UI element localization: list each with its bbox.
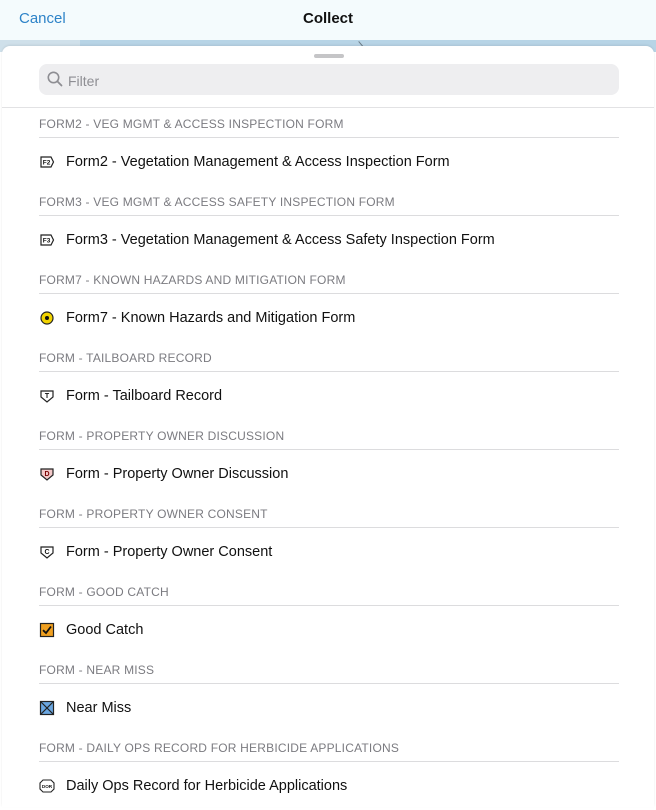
- yellow-target-icon: [40, 311, 54, 325]
- list-item-label: Near Miss: [66, 700, 132, 716]
- f3-badge-icon: F3: [40, 234, 55, 246]
- list-item-good-catch[interactable]: Good Catch: [2, 606, 654, 654]
- list-item-near-miss[interactable]: Near Miss: [2, 684, 654, 732]
- c-badge-icon: C: [40, 546, 54, 559]
- list-item-label: Form - Tailboard Record: [66, 388, 223, 404]
- d-badge-icon: D: [40, 468, 54, 481]
- list-item-label: Daily Ops Record for Herbicide Applicati…: [66, 778, 348, 794]
- t-badge-text: T: [45, 393, 50, 400]
- list-item-label: Form3 - Vegetation Management & Access S…: [66, 232, 495, 248]
- section-header: FORM - DAILY OPS RECORD FOR HERBICIDE AP…: [39, 741, 400, 755]
- list-item-label: Form - Property Owner Discussion: [66, 466, 289, 482]
- list-item-label: Form - Property Owner Consent: [66, 544, 273, 560]
- section-header: FORM - TAILBOARD RECORD: [39, 351, 212, 365]
- section-header: FORM - PROPERTY OWNER CONSENT: [39, 507, 268, 521]
- section-header: FORM7 - KNOWN HAZARDS AND MITIGATION FOR…: [39, 273, 346, 287]
- filter-input[interactable]: [66, 68, 610, 93]
- orange-checkbox-icon: [39, 622, 55, 638]
- d-badge-text: D: [44, 471, 49, 478]
- bottom-sheet: FORM2 - VEG MGMT & ACCESS INSPECTION FOR…: [2, 46, 654, 807]
- search-icon: [47, 71, 63, 87]
- section-header: FORM2 - VEG MGMT & ACCESS INSPECTION FOR…: [39, 117, 344, 131]
- section-header: FORM - NEAR MISS: [39, 663, 155, 677]
- nav-bar: Cancel Collect: [0, 0, 656, 40]
- sheet-grabber-handle[interactable]: [314, 54, 344, 58]
- list-item-daily-ops-record[interactable]: DOR Daily Ops Record for Herbicide Appli…: [2, 762, 654, 810]
- list-item-tailboard-record[interactable]: T Form - Tailboard Record: [2, 372, 654, 420]
- list-item-form2[interactable]: F2 Form2 - Vegetation Management & Acces…: [2, 138, 654, 186]
- f3-badge-text: F3: [43, 238, 51, 245]
- list-item-property-owner-discussion[interactable]: D Form - Property Owner Discussion: [2, 450, 654, 498]
- list-item-label: Form2 - Vegetation Management & Access I…: [66, 154, 450, 170]
- list-item-form3[interactable]: F3 Form3 - Vegetation Management & Acces…: [2, 216, 654, 264]
- section-header: FORM - PROPERTY OWNER DISCUSSION: [39, 429, 285, 443]
- section-header: FORM - GOOD CATCH: [39, 585, 169, 599]
- dor-badge-icon: DOR: [39, 779, 55, 793]
- list-item-form7[interactable]: Form7 - Known Hazards and Mitigation For…: [2, 294, 654, 342]
- blue-crossed-box-icon: [39, 700, 55, 716]
- form-list: FORM2 - VEG MGMT & ACCESS INSPECTION FOR…: [2, 108, 654, 810]
- search-bar: [39, 64, 619, 95]
- dor-badge-text: DOR: [42, 784, 53, 789]
- page-title: Collect: [302, 10, 353, 27]
- f2-badge-icon: F2: [40, 156, 55, 168]
- f2-badge-text: F2: [43, 160, 51, 167]
- list-item-label: Form7 - Known Hazards and Mitigation For…: [66, 310, 356, 326]
- c-badge-text: C: [44, 549, 49, 556]
- list-item-property-owner-consent[interactable]: C Form - Property Owner Consent: [2, 528, 654, 576]
- list-item-label: Good Catch: [66, 622, 144, 638]
- section-header: FORM3 - VEG MGMT & ACCESS SAFETY INSPECT…: [39, 195, 395, 209]
- t-badge-icon: T: [40, 390, 54, 403]
